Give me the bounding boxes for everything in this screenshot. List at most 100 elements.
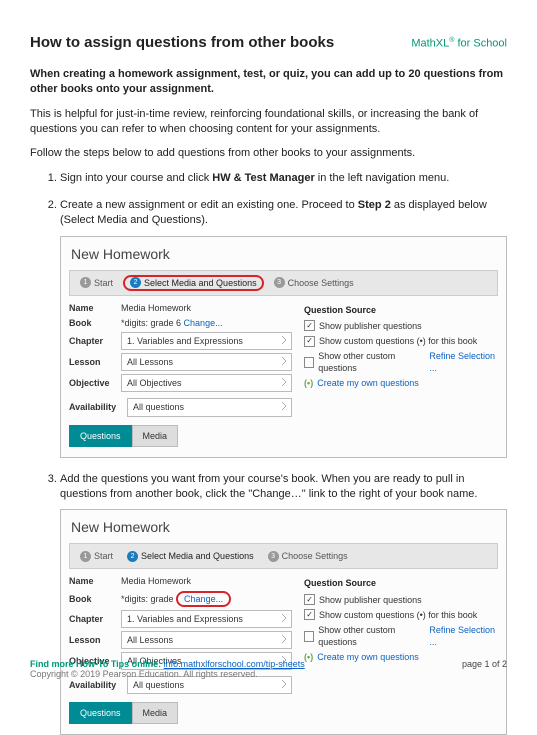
wizard-bar-2: 1 Start 2 Select Media and Questions 3 C… <box>69 543 498 569</box>
chapter-select-2[interactable]: 1. Variables and Expressions <box>121 610 292 628</box>
tab-media-2[interactable]: Media <box>132 702 179 724</box>
chk-label-publisher: Show publisher questions <box>319 320 422 332</box>
footer-copyright: Copyright © 2019 Pearson Education. All … <box>30 669 507 679</box>
page-title: How to assign questions from other books <box>30 34 334 51</box>
page-root: How to assign questions from other books… <box>0 0 537 697</box>
tab-questions[interactable]: Questions <box>69 425 132 447</box>
form-left-2: Name Media Homework Book *digits: grade … <box>69 575 292 724</box>
wizard-step1-label: Start <box>94 277 113 289</box>
step-num-3-icon: 3 <box>274 277 285 288</box>
book-text: *digits: grade 6 <box>121 318 184 328</box>
step2-text-a: Create a new assignment or edit an exist… <box>60 199 358 211</box>
wizard-step-settings-2[interactable]: 3 Choose Settings <box>264 548 352 564</box>
refine-selection-link[interactable]: Refine Selection ... <box>429 350 498 374</box>
step1-text-a: Sign into your course and click <box>60 172 212 184</box>
checkbox-publisher[interactable] <box>304 320 315 331</box>
label-book-2: Book <box>69 593 121 605</box>
checkbox-custom-this-book-2[interactable] <box>304 609 315 620</box>
checkbox-publisher-2[interactable] <box>304 594 315 605</box>
tab-media[interactable]: Media <box>132 425 179 447</box>
label-lesson: Lesson <box>69 356 121 368</box>
checkbox-other-custom[interactable] <box>304 357 314 368</box>
label-name-2: Name <box>69 575 121 587</box>
wizard-step3-label-2: Choose Settings <box>282 550 348 562</box>
chk-label-other-2: Show other custom questions <box>318 624 425 648</box>
value-name: Media Homework <box>121 302 292 314</box>
checkbox-custom-this-book[interactable] <box>304 336 315 347</box>
chk-label-custom: Show custom questions (•) for this book <box>319 335 477 347</box>
value-name-2: Media Homework <box>121 575 292 587</box>
label-availability-2: Availability <box>69 679 127 691</box>
step-num-3-icon-2: 3 <box>268 551 279 562</box>
change-link-circled[interactable]: Change... <box>176 591 231 607</box>
chapter-select[interactable]: 1. Variables and Expressions <box>121 332 292 350</box>
intro-p3: Follow the steps below to add questions … <box>30 146 507 161</box>
refine-selection-link-2[interactable]: Refine Selection ... <box>429 624 498 648</box>
label-availability: Availability <box>69 401 127 413</box>
lesson-select-2[interactable]: All Lessons <box>121 631 292 649</box>
footer-lead: Find more How-To Tips online: <box>30 659 164 669</box>
question-source-heading-2: Question Source <box>304 577 498 589</box>
step-num-2-icon: 2 <box>130 277 141 288</box>
wizard-step-select-2[interactable]: 2 Select Media and Questions <box>123 548 258 564</box>
lesson-select[interactable]: All Lessons <box>121 353 292 371</box>
panel-step2: New Homework 1 Start 2 Select Media and … <box>60 236 507 458</box>
step-1: Sign into your course and click HW & Tes… <box>60 171 507 186</box>
page-footer: Find more How-To Tips online: info.mathx… <box>30 659 507 679</box>
wizard-step1-label-2: Start <box>94 550 113 562</box>
wizard-step-start[interactable]: 1 Start <box>76 275 117 291</box>
form-right: Question Source Show publisher questions… <box>304 302 498 447</box>
step-3: Add the questions you want from your cou… <box>60 472 507 735</box>
step-num-1-icon: 1 <box>80 277 91 288</box>
label-chapter: Chapter <box>69 335 121 347</box>
step-2: Create a new assignment or edit an exist… <box>60 198 507 458</box>
intro-p2: This is helpful for just-in-time review,… <box>30 107 507 137</box>
plus-icon: (•) <box>304 377 313 389</box>
panel-step3: New Homework 1 Start 2 Select Media and … <box>60 509 507 735</box>
form-area-2: Name Media Homework Book *digits: grade … <box>69 575 498 724</box>
chk-label-publisher-2: Show publisher questions <box>319 594 422 606</box>
value-book: *digits: grade 6 Change... <box>121 317 292 329</box>
intro-bold: When creating a homework assignment, tes… <box>30 67 507 97</box>
tabs-2: Questions Media <box>69 702 292 724</box>
form-area: Name Media Homework Book *digits: grade … <box>69 302 498 447</box>
label-lesson-2: Lesson <box>69 634 121 646</box>
footer-page-num: page 1 of 2 <box>462 659 507 669</box>
panel-title-2: New Homework <box>69 516 498 543</box>
change-link[interactable]: Change... <box>184 318 223 328</box>
step2-bold: Step 2 <box>358 199 391 211</box>
wizard-step2-label: Select Media and Questions <box>144 277 257 289</box>
checkbox-other-custom-2[interactable] <box>304 631 314 642</box>
step-num-1-icon-2: 1 <box>80 551 91 562</box>
wizard-step3-label: Choose Settings <box>288 277 354 289</box>
value-book-2: *digits: grade Change... <box>121 591 292 607</box>
header-row: How to assign questions from other books… <box>30 34 507 51</box>
brand-logo: MathXL® for School <box>411 37 507 50</box>
wizard-step-select-circled[interactable]: 2 Select Media and Questions <box>123 275 264 291</box>
chk-label-other: Show other custom questions <box>318 350 425 374</box>
wizard-step-settings[interactable]: 3 Choose Settings <box>270 275 358 291</box>
step3-text: Add the questions you want from your cou… <box>60 473 477 500</box>
availability-select[interactable]: All questions <box>127 398 292 416</box>
brand-suffix: for School <box>454 38 507 50</box>
wizard-bar: 1 Start 2 Select Media and Questions 3 C… <box>69 270 498 296</box>
wizard-step-start-2[interactable]: 1 Start <box>76 548 117 564</box>
brand-prefix: MathXL <box>411 38 449 50</box>
create-own-link[interactable]: Create my own questions <box>317 377 419 389</box>
label-chapter-2: Chapter <box>69 613 121 625</box>
wizard-step2-label-2: Select Media and Questions <box>141 550 254 562</box>
objective-select[interactable]: All Objectives <box>121 374 292 392</box>
step1-text-c: in the left navigation menu. <box>315 172 450 184</box>
label-name: Name <box>69 302 121 314</box>
book-text-2: *digits: grade <box>121 594 176 604</box>
steps-list: Sign into your course and click HW & Tes… <box>30 171 507 735</box>
step1-bold: HW & Test Manager <box>212 172 314 184</box>
footer-left: Find more How-To Tips online: info.mathx… <box>30 659 305 669</box>
label-objective: Objective <box>69 377 121 389</box>
tab-questions-2[interactable]: Questions <box>69 702 132 724</box>
chk-label-custom-2: Show custom questions (•) for this book <box>319 609 477 621</box>
step-num-2-icon-2: 2 <box>127 551 138 562</box>
tabs: Questions Media <box>69 425 292 447</box>
footer-link[interactable]: info.mathxlforschool.com/tip-sheets <box>164 659 305 669</box>
form-right-2: Question Source Show publisher questions… <box>304 575 498 724</box>
